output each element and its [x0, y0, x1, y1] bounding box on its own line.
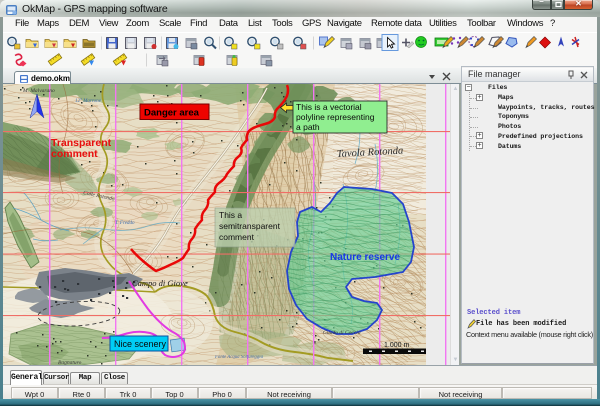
svg-text:comment: comment: [219, 232, 255, 242]
svg-text:T. Freddo: T. Freddo: [115, 221, 135, 226]
svg-text:This is a vectorial: This is a vectorial: [296, 102, 362, 112]
svg-text:Nice scenery: Nice scenery: [114, 339, 167, 349]
svg-text:Danger area: Danger area: [144, 108, 200, 119]
svg-text:Nature reserve: Nature reserve: [330, 252, 400, 263]
svg-text:12° Marrone: 12° Marrone: [75, 99, 102, 104]
svg-text:Campo di Giove: Campo di Giove: [132, 278, 188, 288]
svg-text:semitransparent: semitransparent: [219, 221, 281, 231]
svg-text:comment: comment: [51, 148, 98, 160]
svg-text:This a: This a: [219, 210, 242, 220]
svg-text:Fonte Acqua Solfureggia: Fonte Acqua Solfureggia: [214, 355, 264, 360]
svg-text:polyline representing: polyline representing: [296, 112, 375, 122]
svg-text:a path: a path: [296, 122, 320, 132]
svg-text:Guado di Coccia: Guado di Coccia: [323, 330, 361, 336]
svg-text:M. Malvarano: M. Malvarano: [22, 88, 55, 94]
svg-text:1.000 m: 1.000 m: [384, 342, 409, 349]
